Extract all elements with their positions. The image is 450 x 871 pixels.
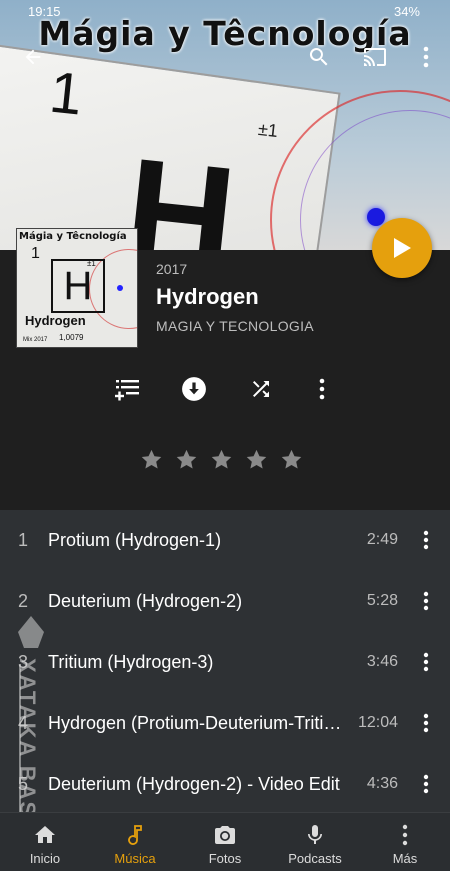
overflow-menu-button[interactable] [411,42,441,72]
hero-electron [367,208,385,226]
star-icon[interactable] [245,448,268,471]
cover-symbol: H [51,259,105,313]
track-title: Protium (Hydrogen-1) [48,530,222,550]
add-to-playlist-button[interactable] [112,374,142,404]
cover-title: Mágia y Têcnología [19,231,127,242]
cast-icon [364,48,386,66]
play-icon [394,238,411,258]
more-vert-icon [423,652,429,672]
hero-charge: ±1 [257,119,279,141]
cover-name: Hydrogen [25,313,86,328]
track-duration: 2:49 [366,531,398,548]
nav-label: Podcasts [288,851,342,866]
search-icon [309,48,328,66]
nav-label: Inicio [29,851,61,866]
track-duration: 5:28 [366,592,398,609]
star-icon[interactable] [210,448,233,471]
track-more-button[interactable] [416,711,436,735]
rating-stars[interactable] [140,448,303,471]
album-title: Hydrogen [156,284,259,309]
cover-charge: ±1 [87,259,96,268]
add-to-playlist-icon [115,380,139,401]
track-duration: 4:36 [366,775,398,792]
status-battery: 34% [393,4,420,19]
more-vert-icon [423,713,429,733]
more-vert-icon [423,46,429,68]
hero-artwork: 1 H ±1 Mágia y Têcnología [0,0,450,250]
track-row[interactable]: 3 Tritium (Hydrogen-3) 3:46 [0,632,450,692]
bottom-navigation: Inicio Música Fotos Podcasts Más [0,812,450,871]
track-number: 1 [18,530,29,550]
nav-podcasts[interactable]: Podcasts [270,813,360,871]
home-icon [35,826,55,843]
star-icon[interactable] [175,448,198,471]
nav-label: Fotos [208,851,242,866]
track-title: Deuterium (Hydrogen-2) - Video Edit [48,774,340,794]
track-duration: 3:46 [366,653,398,670]
track-more-button[interactable] [416,772,436,796]
track-title: Deuterium (Hydrogen-2) [48,591,243,611]
nav-label: Más [392,851,418,866]
more-vert-icon [423,774,429,794]
cover-mix: Mix 2017 [23,337,48,343]
arrow-back-icon [25,49,41,65]
album-artist[interactable]: MAGIA Y TECNOLOGIA [156,318,314,334]
nav-label: Música [114,851,156,866]
track-more-button[interactable] [416,589,436,613]
camera-icon [215,826,235,844]
track-duration: 12:04 [357,714,398,731]
track-row[interactable]: 1 Protium (Hydrogen-1) 2:49 [0,510,450,570]
nav-fotos[interactable]: Fotos [180,813,270,871]
album-more-button[interactable] [307,374,337,404]
shuffle-button[interactable] [246,374,276,404]
cast-button[interactable] [360,42,390,72]
track-more-button[interactable] [416,650,436,674]
more-vert-icon [423,591,429,611]
star-icon[interactable] [280,448,303,471]
microphone-icon [308,825,322,844]
search-button[interactable] [304,42,334,72]
music-note-icon [128,825,142,845]
nav-musica[interactable]: Música [90,813,180,871]
cover-electron [117,285,123,291]
shuffle-icon [253,381,269,397]
track-more-button[interactable] [416,528,436,552]
track-row[interactable]: 2 Deuterium (Hydrogen-2) 5:28 [0,571,450,631]
nav-inicio[interactable]: Inicio [0,813,90,871]
track-row[interactable]: 5 Deuterium (Hydrogen-2) - Video Edit 4:… [0,754,450,814]
cover-atomic-number: 1 [31,245,40,262]
status-bar: 19:15 34% [0,4,450,24]
play-button[interactable] [372,218,432,278]
track-list: 1 Protium (Hydrogen-1) 2:49 2 Deuterium … [0,510,450,812]
track-number: 2 [18,591,29,611]
star-icon[interactable] [140,448,163,471]
back-button[interactable] [18,42,48,72]
album-year: 2017 [156,261,188,277]
more-vert-icon [402,824,408,846]
nav-mas[interactable]: Más [360,813,450,871]
track-title: Tritium (Hydrogen-3) [48,652,214,672]
more-vert-icon [423,530,429,550]
cover-mass: 1,0079 [59,333,84,342]
album-cover: Mágia y Têcnología 1 H ±1 Hydrogen Mix 2… [16,228,138,348]
status-time: 19:15 [28,4,61,19]
more-vert-icon [319,378,325,400]
track-row[interactable]: 4 Hydrogen (Protium-Deuterium-Tritium) 1… [0,693,450,753]
track-title: Hydrogen (Protium-Deuterium-Tritium) [48,713,346,733]
download-button[interactable] [179,374,209,404]
download-icon [182,377,206,401]
